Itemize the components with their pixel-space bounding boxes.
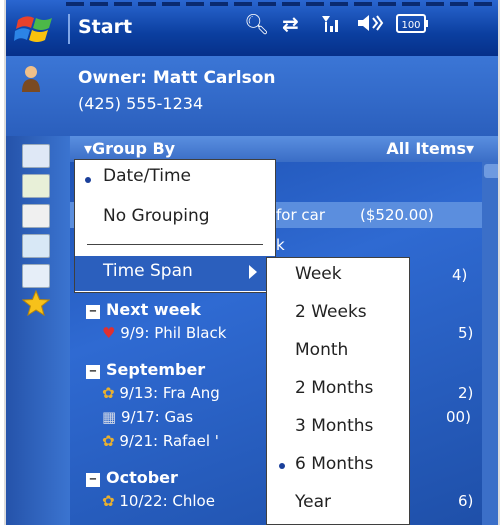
contacts-icon[interactable] [22,204,50,228]
menu-item-month[interactable]: Month [295,340,348,360]
partial-row-trail: 4) [452,266,468,284]
owner-name: Owner: Matt Carlson [78,68,276,88]
menu-item-2-months[interactable]: 2 Months [295,378,373,398]
title-bar: Start 🔍︎ ⇄ 100 [6,0,498,56]
favorites-icon[interactable] [21,289,51,317]
group-by-menu: Date/Time No Grouping Time Span [74,159,276,293]
menu-item-time-span[interactable]: Time Span [75,256,275,291]
note-icon: ▦ [102,408,117,426]
menu-item-3-months[interactable]: 3 Months [295,416,373,436]
group-header-september[interactable]: − September [86,360,205,379]
menu-item-date-time[interactable]: Date/Time [103,166,191,186]
owner-phone: (425) 555-1234 [78,94,204,113]
filter-dropdown[interactable]: All Items▾ [386,139,474,158]
list-item[interactable]: ✿ 9/13: Fra Ang [102,384,220,402]
list-item[interactable]: ✿ 9/21: Rafael ' [102,432,219,450]
start-title[interactable]: Start [78,16,132,38]
owner-avatar-icon [22,66,40,92]
group-by-label: Group By [92,139,176,158]
menu-separator [87,244,263,245]
time-span-label: Time Span [103,261,193,281]
menu-item-2-weeks[interactable]: 2 Weeks [295,302,367,322]
group-header-next-week[interactable]: − Next week [86,300,201,319]
windows-start-icon[interactable] [14,12,60,46]
messaging-icon[interactable] [22,264,50,288]
heart-icon: ♥ [102,324,116,342]
collapse-icon[interactable]: − [86,473,100,487]
selected-bullet-icon [85,177,91,183]
selected-row-amount: ($520.00) [360,206,434,224]
selected-bullet-icon [279,463,285,469]
battery-level-text: 100 [401,20,420,31]
scrollbar[interactable] [482,162,498,525]
task-icon: ✿ [102,432,115,450]
list-item-text: 9/21: Rafael ' [119,432,219,450]
battery-icon[interactable]: 100 [396,13,430,40]
task-icon: ✿ [102,384,115,402]
scroll-up-button[interactable] [484,164,498,178]
filter-label: All Items [386,139,466,158]
owner-panel[interactable]: Owner: Matt Carlson (425) 555-1234 [6,56,498,136]
list-item-text: 10/22: Chloe [119,492,215,510]
list-item-text: 9/13: Fra Ang [119,384,220,402]
time-span-submenu: Week 2 Weeks Month 2 Months 3 Months 6 M… [266,257,410,525]
menu-item-year[interactable]: Year [295,492,331,512]
selected-row-text: for car [276,206,325,224]
sidebar [6,136,70,525]
menu-item-no-grouping[interactable]: No Grouping [103,206,210,226]
group-label: Next week [106,300,201,319]
list-item-text: 9/17: Gas [120,408,194,426]
list-item-trail: 6) [458,492,474,510]
menu-item-6-months[interactable]: 6 Months [295,454,373,474]
title-bar-stripe [66,2,498,6]
volume-icon[interactable] [356,12,384,39]
sync-icon[interactable]: ⇄ [282,12,299,36]
submenu-arrow-icon [249,265,257,279]
list-item-trail: 00) [446,408,471,426]
list-item-trail: 5) [458,324,474,342]
list-item[interactable]: ✿ 10/22: Chloe [102,492,215,510]
menu-item-week[interactable]: Week [295,264,342,284]
partial-row-text: k [276,236,285,254]
start-separator [68,14,70,44]
device-screen: Start 🔍︎ ⇄ 100 Owner: Matt Carlson (425)… [4,0,500,525]
group-label: October [106,468,178,487]
notes-icon[interactable] [22,234,50,258]
tasks-icon[interactable] [22,174,50,198]
group-label: September [106,360,206,379]
list-item-text: 9/9: Phil Black [120,324,227,342]
task-icon: ✿ [102,492,115,510]
signal-icon[interactable] [320,12,342,39]
group-by-button[interactable]: ▾Group By [84,139,175,158]
search-icon[interactable]: 🔍︎ [244,12,269,36]
collapse-icon[interactable]: − [86,305,100,319]
group-header-october[interactable]: − October [86,468,178,487]
calendar-icon[interactable] [22,144,50,168]
list-item[interactable]: ▦ 9/17: Gas [102,408,193,426]
list-item-trail: 2) [458,384,474,402]
collapse-icon[interactable]: − [86,365,100,379]
list-item[interactable]: ♥ 9/9: Phil Black [102,324,226,342]
